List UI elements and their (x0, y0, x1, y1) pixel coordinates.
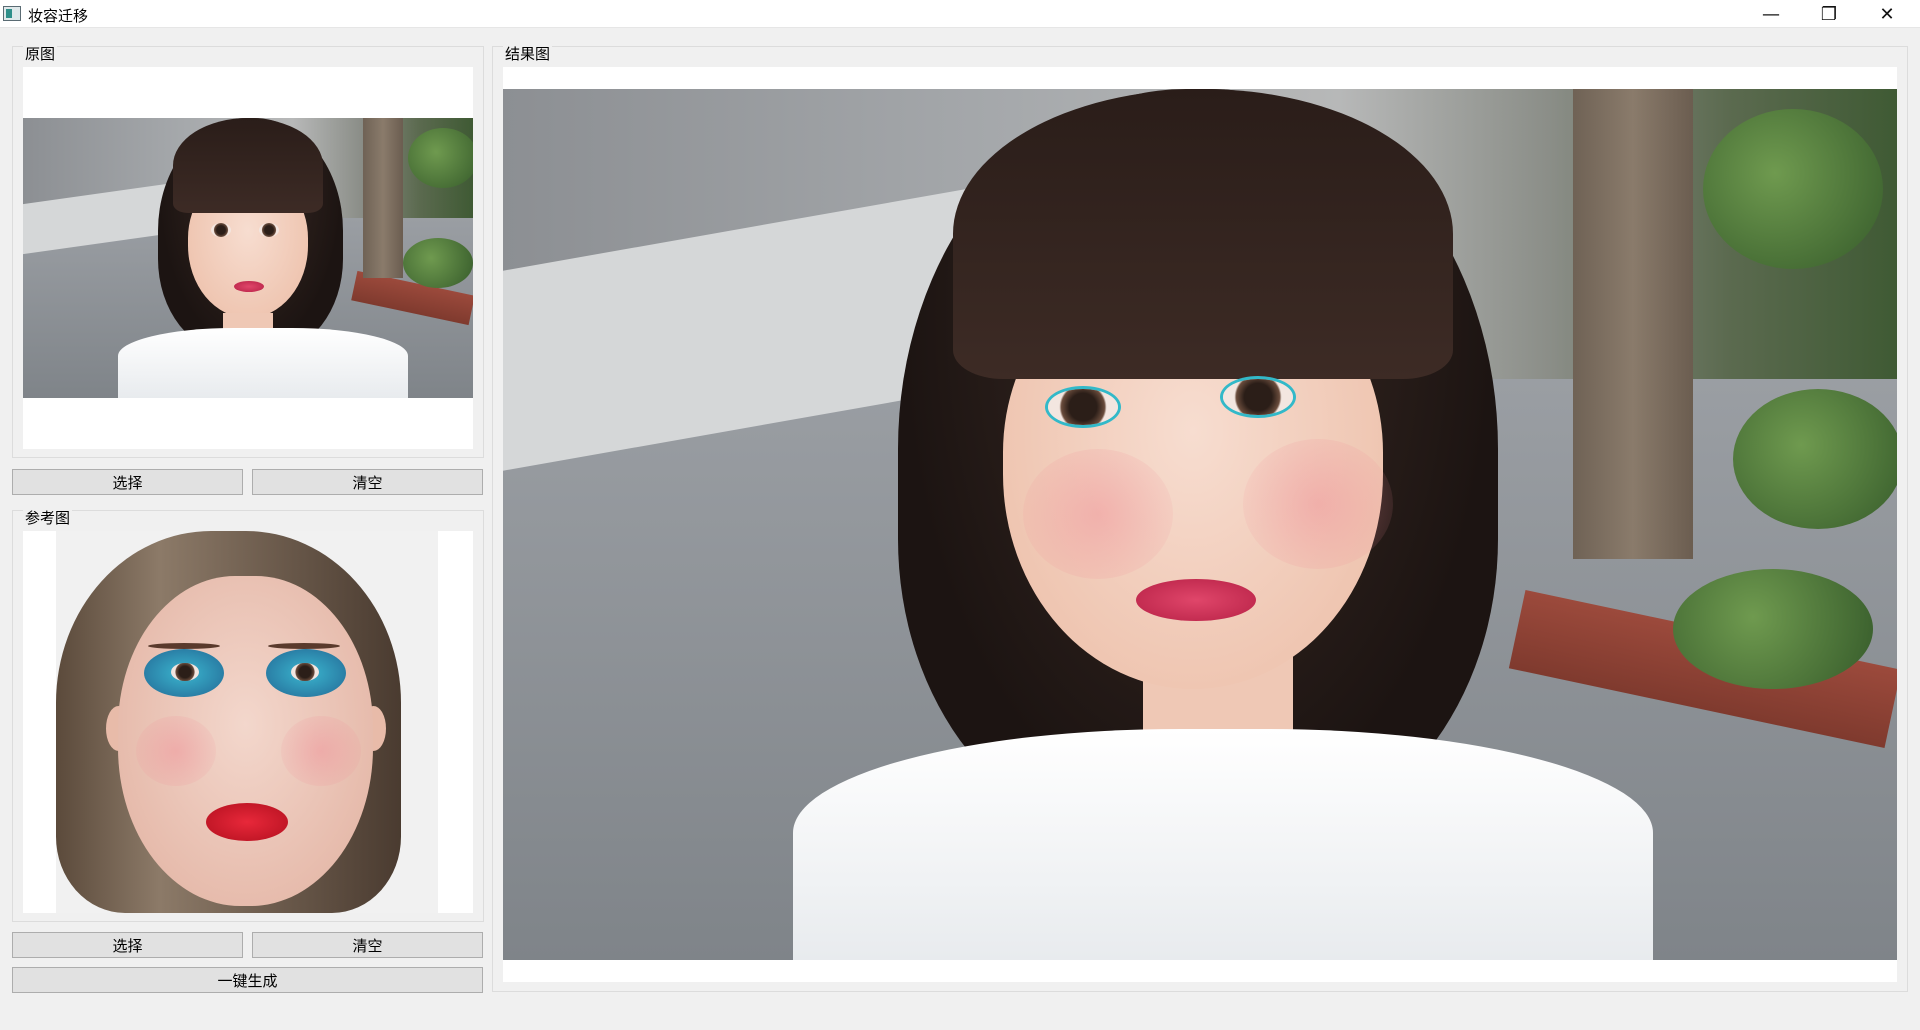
reference-clear-button[interactable]: 清空 (252, 932, 483, 958)
result-image-group: 结果图 (492, 46, 1908, 992)
restore-icon: ❐ (1820, 3, 1838, 25)
minimize-icon: — (1762, 3, 1780, 25)
close-button[interactable]: ✕ (1858, 0, 1916, 28)
reference-image-group: 参考图 (12, 510, 484, 922)
reference-select-button[interactable]: 选择 (12, 932, 243, 958)
title-bar: 妆容迁移 — ❐ ✕ (0, 0, 1920, 28)
reference-image (56, 531, 438, 913)
source-select-button[interactable]: 选择 (12, 469, 243, 495)
reference-image-frame (23, 531, 473, 913)
restore-button[interactable]: ❐ (1800, 0, 1858, 28)
source-group-title: 原图 (23, 45, 58, 63)
source-image-frame (23, 67, 473, 449)
result-group-title: 结果图 (503, 45, 553, 63)
window-title: 妆容迁移 (28, 7, 89, 25)
generate-button[interactable]: 一键生成 (12, 967, 483, 993)
source-clear-button[interactable]: 清空 (252, 469, 483, 495)
close-icon: ✕ (1879, 3, 1895, 25)
source-image (23, 118, 473, 398)
reference-group-title: 参考图 (23, 509, 73, 527)
source-image-group: 原图 (12, 46, 484, 458)
minimize-button[interactable]: — (1742, 0, 1800, 28)
result-image-frame (503, 67, 1897, 982)
result-image (503, 89, 1897, 960)
app-icon (3, 6, 21, 21)
